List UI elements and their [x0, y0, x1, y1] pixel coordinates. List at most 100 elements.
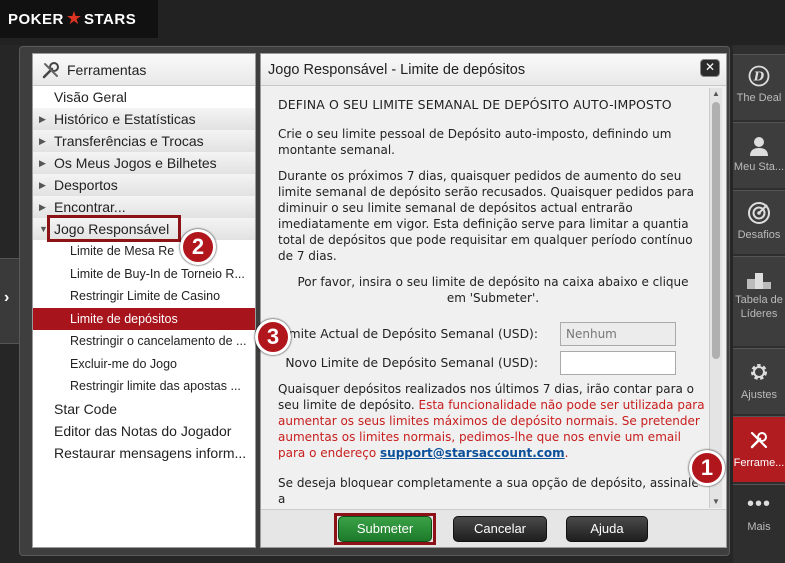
highlight-jogo-responsavel	[47, 215, 181, 242]
pokerstars-logo: POKER ★ STARS	[0, 0, 158, 38]
nav-item-label: Histórico e Estatísticas	[54, 111, 196, 127]
sidebar-item-desafios[interactable]: Desafios	[733, 190, 785, 254]
callout-badge-3: 3	[255, 319, 291, 355]
sidebar-item-ferramentas[interactable]: Ferrame...	[733, 416, 785, 482]
scroll-thumb[interactable]	[712, 102, 720, 359]
current-limit-row: Limite Actual de Depósito Semanal (USD):…	[278, 322, 708, 346]
tools-nav-panel: Ferramentas Visão Geral ▶ Histórico e Est…	[32, 53, 256, 548]
content-header: Jogo Responsável - Limite de depósitos	[261, 54, 726, 86]
subnav-limite-casino[interactable]: Restringir Limite de Casino	[33, 285, 255, 308]
nav-item-transferencias[interactable]: ▶ Transferências e Trocas	[33, 130, 255, 152]
subnav-label: Excluir-me do Jogo	[70, 356, 177, 371]
more-icon: •••	[746, 493, 771, 515]
nav-item-label: Encontrar...	[54, 199, 126, 215]
cancel-button[interactable]: Cancelar	[453, 516, 547, 542]
logo-text-right: STARS	[83, 10, 137, 28]
nav-item-label: Restaurar mensagens inform...	[54, 444, 247, 461]
subnav-limite-depositos[interactable]: Limite de depósitos	[33, 307, 255, 330]
gear-icon	[751, 364, 767, 380]
subnav-label: Limite de Buy-In de Torneio R...	[70, 266, 245, 281]
current-limit-field: Nenhum	[560, 322, 676, 346]
content-title: Jogo Responsável - Limite de depósitos	[268, 61, 526, 78]
badge-number: 2	[191, 234, 205, 259]
top-bar: POKER ★ STARS	[0, 0, 785, 45]
current-limit-label: Limite Actual de Depósito Semanal (USD):	[278, 327, 538, 341]
sidebar-label: Ferrame...	[733, 457, 785, 469]
cancel-label: Cancelar	[473, 521, 527, 536]
callout-badge-1: 1	[689, 450, 725, 486]
tools-nav-title: Ferramentas	[67, 61, 147, 78]
sidebar-label: Desafios	[737, 229, 781, 241]
tools-icon	[750, 431, 768, 449]
sidebar-label: Ajustes	[740, 389, 778, 401]
nav-item-star-code[interactable]: Star Code	[33, 398, 255, 420]
sidebar-label: Tabela de Líderes	[735, 294, 783, 320]
close-icon: ✕	[704, 60, 716, 74]
sidebar-item-ajustes[interactable]: Ajustes	[733, 348, 785, 414]
subnav-label: Restringir Limite de Casino	[70, 289, 221, 304]
sidebar-label: The Deal	[736, 92, 782, 104]
badge-number: 3	[266, 324, 280, 349]
nav-item-label: Star Code	[54, 400, 118, 417]
new-limit-label: Novo Limite de Depósito Semanal (USD):	[285, 356, 538, 370]
sidebar-item-mais[interactable]: ••• Mais	[733, 484, 785, 550]
section-heading: DEFINA O SEU LIMITE SEMANAL DE DEPÓSITO …	[278, 97, 672, 112]
subnav-restringir-cancelamento[interactable]: Restringir o cancelamento de ...	[33, 330, 255, 353]
tools-icon	[42, 61, 59, 78]
sidebar-item-leaderboard[interactable]: Tabela de Líderes	[733, 256, 785, 346]
chevron-right-icon: ▶	[39, 135, 46, 146]
badge-number: 1	[700, 455, 714, 480]
warning-text-end: .	[564, 446, 569, 460]
scroll-down-icon[interactable]: ▼	[710, 496, 722, 508]
chevron-right-icon: ▶	[39, 201, 46, 212]
subnav-limite-mesa[interactable]: Limite de Mesa Re	[33, 240, 255, 263]
scroll-up-icon[interactable]: ▲	[710, 88, 722, 100]
sidebar-label: Meu Sta...	[733, 161, 785, 173]
new-limit-input[interactable]	[560, 351, 676, 375]
subnav-label: Restringir o cancelamento de ...	[70, 334, 247, 349]
nav-item-historico[interactable]: ▶ Histórico e Estatísticas	[33, 108, 255, 130]
instruction-text: Por favor, insira o seu limite de depósi…	[297, 275, 689, 305]
logo-text-left: POKER	[8, 10, 64, 28]
nav-item-label: Os Meus Jogos e Bilhetes	[54, 155, 217, 171]
nav-item-label: Desportos	[54, 177, 118, 193]
subnav-label: Restringir limite das apostas ...	[70, 379, 241, 394]
block-deposit-text: Se deseja bloquear completamente a sua o…	[278, 476, 699, 506]
nav-item-meus-jogos[interactable]: ▶ Os Meus Jogos e Bilhetes	[33, 152, 255, 174]
intro-text: Crie o seu limite pessoal de Depósito au…	[278, 127, 672, 157]
chevron-right-icon: ▶	[39, 179, 46, 190]
callout-badge-2: 2	[180, 229, 216, 265]
close-button[interactable]: ✕	[700, 59, 720, 77]
subnav-label: Limite de Mesa Re	[70, 244, 175, 259]
nav-item-label: Visão Geral	[54, 89, 127, 105]
new-limit-row: Novo Limite de Depósito Semanal (USD):	[278, 351, 708, 375]
chevron-right-icon: ▶	[39, 157, 46, 168]
chevron-right-icon: ›	[4, 289, 10, 306]
star-icon: ★	[65, 7, 82, 28]
subnav-label: Limite de depósitos	[70, 311, 178, 326]
subnav-excluir-jogo[interactable]: Excluir-me do Jogo	[33, 353, 255, 376]
deal-icon: D	[748, 65, 770, 87]
submit-button[interactable]: Submeter	[338, 516, 432, 542]
deposit-limit-form: DEFINA O SEU LIMITE SEMANAL DE DEPÓSITO …	[278, 89, 708, 509]
nav-item-restaurar-mensagens[interactable]: Restaurar mensagens inform...	[33, 442, 255, 464]
sidebar-item-my-stars[interactable]: Meu Sta...	[733, 122, 785, 188]
help-button[interactable]: Ajuda	[566, 516, 648, 542]
help-label: Ajuda	[590, 521, 624, 536]
nav-item-desportos[interactable]: ▶ Desportos	[33, 174, 255, 196]
nav-item-label: Editor das Notas do Jogador	[54, 422, 232, 439]
nav-item-editor-notas[interactable]: Editor das Notas do Jogador	[33, 420, 255, 442]
svg-text:D: D	[753, 70, 765, 84]
subnav-limite-buyin[interactable]: Limite de Buy-In de Torneio R...	[33, 263, 255, 286]
nav-item-label: Transferências e Trocas	[54, 133, 204, 149]
nav-item-visao-geral[interactable]: Visão Geral	[33, 86, 255, 108]
support-email-link[interactable]: support@starsaccount.com	[380, 446, 565, 460]
info-text: Durante os próximos 7 dias, quaisquer pe…	[278, 169, 694, 263]
warning-text: Quaisquer depósitos realizados nos últim…	[278, 381, 708, 461]
sidebar-item-the-deal[interactable]: D The Deal	[733, 54, 785, 120]
user-icon	[750, 137, 768, 156]
subnav-limite-apostas[interactable]: Restringir limite das apostas ...	[33, 375, 255, 398]
sidebar-label: Mais	[747, 521, 771, 533]
submit-label: Submeter	[356, 521, 414, 536]
content-scrollbar[interactable]: ▲ ▼	[709, 88, 722, 508]
